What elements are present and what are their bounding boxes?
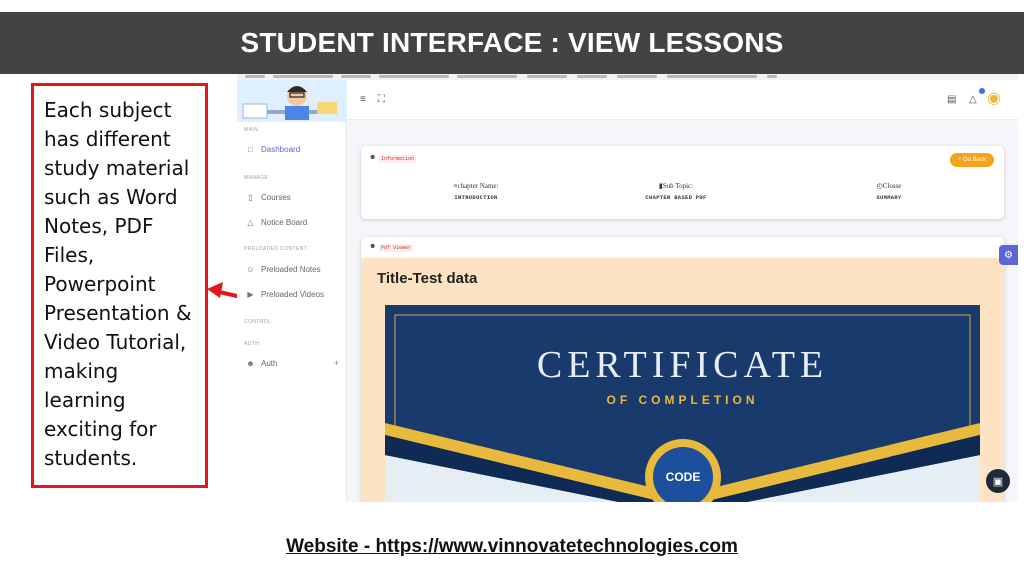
sidebar-item-label: Courses bbox=[261, 192, 291, 202]
user-icon: ☻ bbox=[369, 243, 377, 250]
sidebar-item-label: Preloaded Notes bbox=[261, 264, 321, 274]
sidebar-item-preloaded-notes[interactable]: ☺ Preloaded Notes bbox=[237, 258, 347, 280]
certificate-logo-text: CODE bbox=[666, 470, 701, 484]
chapter-name-value: INTRODUCTION bbox=[454, 194, 498, 201]
sidebar-section-manage: MANAGE bbox=[244, 175, 269, 181]
chat-icon[interactable]: ▣ bbox=[986, 469, 1010, 493]
sub-topic-header: ▮Sub Topic: bbox=[658, 182, 694, 190]
calendar-icon[interactable]: ▤ bbox=[947, 94, 956, 105]
sidebar-item-courses[interactable]: ▯ Courses bbox=[237, 186, 347, 208]
information-card: ☻ Information + Go Back ≡chapter Name: I… bbox=[361, 146, 1004, 219]
sidebar-item-auth[interactable]: ☻ Auth + bbox=[237, 352, 347, 374]
callout-box: Each subject has different study materia… bbox=[31, 83, 208, 488]
menu-icon[interactable]: ≡ bbox=[360, 94, 366, 105]
pdf-viewer[interactable]: Title-Test data CODE CERTIFICATE OF COMP… bbox=[361, 258, 1004, 502]
warning-icon: △ bbox=[247, 217, 254, 227]
certificate-heading: CERTIFICATE bbox=[536, 344, 829, 386]
top-navbar: ≡ ⛶ ▤ △ ◉ bbox=[347, 80, 1018, 120]
app-logo bbox=[237, 80, 347, 122]
certificate-image: CODE CERTIFICATE OF COMPLETION bbox=[385, 305, 980, 502]
sidebar-item-label: Dashboard bbox=[261, 144, 301, 154]
chapter-name-header: ≡chapter Name: bbox=[453, 182, 499, 190]
fullscreen-icon[interactable]: ⛶ bbox=[378, 94, 385, 105]
avatar-medal-icon[interactable]: ◉ bbox=[987, 88, 1001, 108]
video-icon: ▶ bbox=[247, 289, 254, 299]
sidebar-item-preloaded-videos[interactable]: ▶ Preloaded Videos bbox=[237, 283, 347, 305]
slide-title-bar: STUDENT INTERFACE : VIEW LESSONS bbox=[0, 12, 1024, 74]
notification-badge bbox=[979, 88, 985, 94]
information-tag: Information bbox=[379, 155, 417, 163]
user-icon: ☻ bbox=[369, 154, 377, 161]
document-title: Title-Test data bbox=[377, 270, 478, 287]
sidebar-section-auth: AUTH bbox=[244, 341, 260, 347]
sidebar-section-main: MAIN bbox=[244, 127, 259, 133]
sidebar-section-control: CONTROL bbox=[244, 319, 272, 325]
book-icon: ▯ bbox=[248, 192, 253, 202]
go-back-button[interactable]: + Go Back bbox=[949, 153, 994, 167]
slide-title: STUDENT INTERFACE : VIEW LESSONS bbox=[240, 27, 784, 58]
sidebar-item-notice-board[interactable]: △ Notice Board bbox=[237, 211, 347, 233]
monitor-icon: □ bbox=[248, 144, 253, 154]
sidebar-item-label: Auth bbox=[261, 358, 278, 368]
user-key-icon: ☻ bbox=[246, 358, 255, 368]
expand-icon[interactable]: + bbox=[334, 358, 339, 368]
bell-icon[interactable]: △ bbox=[969, 94, 977, 105]
sidebar-item-dashboard[interactable]: □ Dashboard bbox=[237, 138, 347, 160]
close-header: ◴Closse bbox=[876, 182, 902, 190]
pdf-viewer-tag: Pdf Viewer bbox=[379, 244, 414, 252]
website-footer[interactable]: Website - https://www.vinnovatetechnolog… bbox=[0, 536, 1024, 558]
app-screenshot: MAIN □ Dashboard MANAGE ▯ Courses △ Noti… bbox=[237, 74, 1018, 502]
sidebar-item-label: Notice Board bbox=[261, 217, 308, 227]
callout-text: Each subject has different study materia… bbox=[44, 98, 192, 470]
users-icon: ☺ bbox=[246, 264, 255, 274]
sidebar: MAIN □ Dashboard MANAGE ▯ Courses △ Noti… bbox=[237, 80, 347, 502]
summary-value: SUMMARY bbox=[876, 194, 902, 201]
settings-gear-icon[interactable]: ⚙ bbox=[999, 245, 1018, 265]
sidebar-item-label: Preloaded Videos bbox=[261, 289, 325, 299]
certificate-subheading: OF COMPLETION bbox=[606, 393, 759, 407]
sidebar-section-preloaded: PRELOADED CONTENT bbox=[244, 246, 308, 252]
sub-topic-value: CHAPTER BASED PDF bbox=[645, 194, 707, 201]
